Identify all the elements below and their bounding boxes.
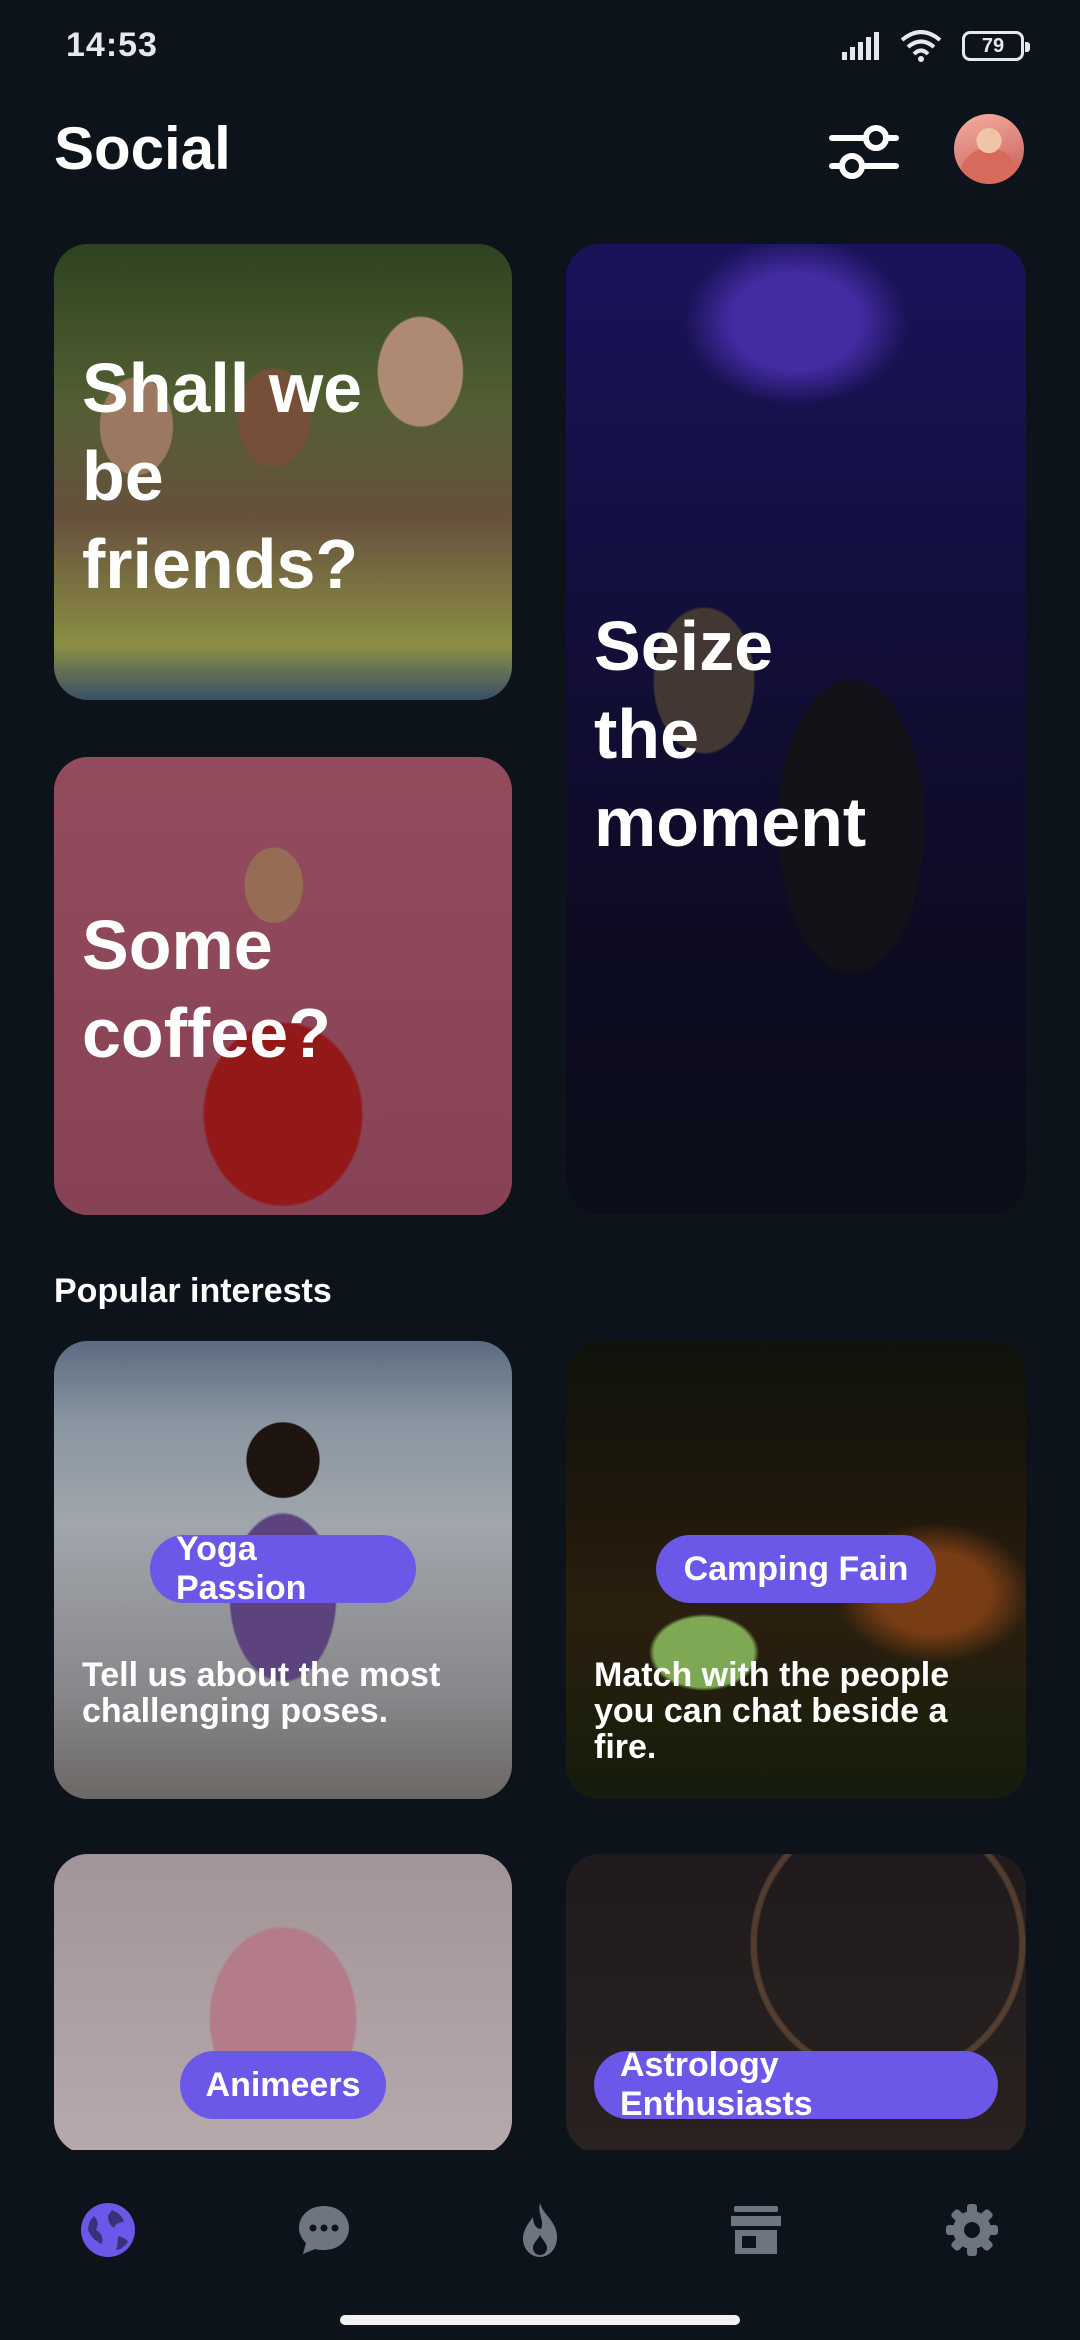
avatar[interactable] [954,114,1024,184]
page-title: Social [54,115,231,182]
home-indicator[interactable] [340,2315,740,2325]
interest-description: Tell us about the most challenging poses… [82,1656,441,1730]
flame-icon [523,2203,557,2257]
card-coffee[interactable]: Some coffee? [54,757,512,1215]
card-friends[interactable]: Shall we be friends? [54,244,512,700]
nav-item-hot[interactable] [500,2190,580,2270]
signal-icon [842,32,879,60]
gear-icon [946,2204,998,2256]
card-seize-moment[interactable]: Seize the moment [566,244,1026,1214]
wifi-icon [900,30,942,62]
interest-card-astrology[interactable]: Astrology Enthusiasts [566,1854,1026,2154]
nav-item-chats[interactable] [284,2190,364,2270]
bottom-nav [0,2150,1080,2340]
nav-item-store[interactable] [716,2190,796,2270]
chat-icon [299,2206,349,2254]
interest-tag[interactable]: Animeers [180,2051,386,2119]
card-title: Shall we be friends? [82,349,363,603]
nav-item-settings[interactable] [932,2190,1012,2270]
card-title: Seize the moment [594,607,867,861]
globe-icon [81,2203,135,2257]
interest-card-yoga[interactable]: Yoga Passion Tell us about the most chal… [54,1341,512,1799]
status-icons: 79 [840,30,1030,62]
status-time: 14:53 [66,26,158,64]
interest-tag[interactable]: Yoga Passion [150,1530,416,1607]
section-title: Popular interests [54,1272,332,1310]
store-icon [731,2206,781,2254]
interest-card-camping[interactable]: Camping Fain Match with the people you c… [566,1341,1026,1799]
battery-level: 79 [981,34,1005,57]
interest-tag[interactable]: Astrology Enthusiasts [594,2046,998,2123]
interest-card-anime[interactable]: Animeers [54,1854,512,2154]
card-title: Some coffee? [82,906,331,1072]
battery-icon: 79 [962,31,1030,61]
filter-button[interactable] [824,112,904,192]
status-bar: 14:53 79 [0,0,1080,96]
interest-tag[interactable]: Camping Fain [656,1535,936,1603]
sliders-icon [829,125,899,179]
nav-item-explore[interactable] [68,2190,148,2270]
interest-description: Match with the people you can chat besid… [594,1656,950,1766]
